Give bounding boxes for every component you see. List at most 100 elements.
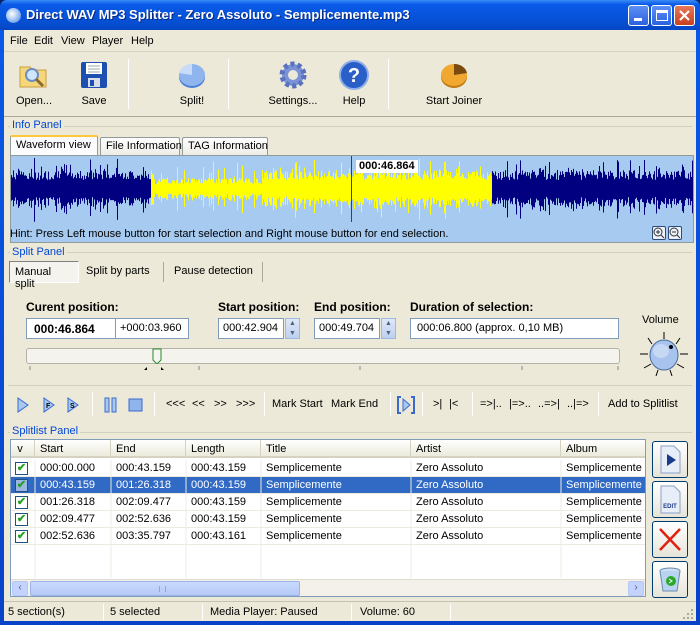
- rewind-button[interactable]: <<: [192, 398, 205, 416]
- start-position-spinner[interactable]: ▲ ▼: [285, 318, 300, 339]
- current-offset-field[interactable]: +000:03.960: [115, 318, 189, 339]
- main-window: Direct WAV MP3 Splitter - Zero Assoluto …: [0, 0, 700, 625]
- app-icon: [6, 8, 21, 23]
- spin-down-icon[interactable]: ▼: [382, 329, 395, 339]
- help-question-icon: ?: [339, 60, 369, 90]
- col-header-album[interactable]: Album: [561, 440, 645, 458]
- menu-player[interactable]: Player: [92, 35, 123, 47]
- spin-down-icon[interactable]: ▼: [286, 329, 299, 339]
- resize-grip-icon[interactable]: [682, 608, 694, 620]
- recycle-bin-icon: [659, 567, 681, 592]
- col-header-check[interactable]: v: [11, 440, 35, 458]
- spin-up-icon[interactable]: ▲: [286, 319, 299, 329]
- split-pie-icon: [179, 63, 205, 88]
- title-bar[interactable]: Direct WAV MP3 Splitter - Zero Assoluto …: [0, 0, 700, 30]
- menu-file[interactable]: File: [10, 35, 28, 47]
- tab-tag-information[interactable]: TAG Information: [182, 137, 268, 156]
- rewind-fast-button[interactable]: <<<: [166, 398, 185, 416]
- tab-manual-split[interactable]: Manual split: [9, 261, 79, 290]
- play-loop-button[interactable]: [397, 396, 415, 414]
- add-to-splitlist-button[interactable]: Add to Splitlist: [608, 398, 678, 416]
- play-selection-button[interactable]: S: [66, 396, 80, 414]
- split-panel-label: Split Panel: [10, 246, 67, 258]
- pause-button[interactable]: [104, 396, 118, 414]
- close-button[interactable]: [674, 5, 695, 26]
- position-slider[interactable]: [26, 348, 620, 364]
- tab-file-information[interactable]: File Information: [100, 137, 182, 156]
- delete-section-button[interactable]: [652, 521, 688, 558]
- move-start-left-button[interactable]: =>|..: [480, 398, 502, 416]
- tab-waveform-view[interactable]: Waveform view: [10, 135, 98, 156]
- menu-edit[interactable]: Edit: [34, 35, 53, 47]
- volume-label: Volume: [642, 314, 679, 326]
- play-document-icon: [660, 445, 681, 474]
- play-section-button[interactable]: [652, 441, 688, 478]
- toolbar-separator: [388, 59, 389, 109]
- col-header-title[interactable]: Title: [261, 440, 411, 458]
- selection-markers: [144, 367, 164, 370]
- goto-start-button[interactable]: |<: [449, 398, 458, 416]
- status-separator: [103, 604, 104, 620]
- menu-help[interactable]: Help: [131, 35, 154, 47]
- zoom-out-button[interactable]: [668, 226, 682, 240]
- forward-button[interactable]: >>: [214, 398, 227, 416]
- svg-text:F: F: [46, 403, 51, 410]
- floppy-save-icon: [81, 62, 107, 88]
- start-position-field[interactable]: 000:42.904: [218, 318, 284, 339]
- save-button[interactable]: Save: [74, 57, 114, 113]
- mark-start-button[interactable]: Mark Start: [272, 398, 323, 416]
- col-header-start[interactable]: Start: [35, 440, 111, 458]
- waveform-canvas[interactable]: [11, 156, 693, 222]
- col-header-end[interactable]: End: [111, 440, 186, 458]
- slider-thumb[interactable]: [152, 348, 162, 364]
- zoom-in-button[interactable]: [652, 226, 666, 240]
- split-button[interactable]: Split!: [172, 57, 212, 113]
- scrollbar-thumb[interactable]: [30, 581, 300, 596]
- svg-text:EDIT: EDIT: [663, 504, 677, 510]
- open-button[interactable]: Open...: [12, 57, 56, 113]
- toolbar-separator: [422, 392, 423, 416]
- spin-up-icon[interactable]: ▲: [382, 319, 395, 329]
- current-position-field[interactable]: 000:46.864: [26, 318, 116, 339]
- status-volume: Volume: 60: [360, 606, 416, 618]
- col-header-length[interactable]: Length: [186, 440, 261, 458]
- splitlist-table[interactable]: v Start End Length Title Artist Album ✔ 0…: [10, 439, 646, 597]
- toolbar: Open... Save Split! Settings... ? Help S…: [4, 53, 696, 117]
- player-toolbar-border: [8, 385, 692, 386]
- volume-knob[interactable]: [636, 330, 692, 380]
- end-position-field[interactable]: 000:49.704: [314, 318, 380, 339]
- col-header-artist[interactable]: Artist: [411, 440, 561, 458]
- edit-section-button[interactable]: EDIT: [652, 481, 688, 518]
- toolbar-separator: [128, 59, 129, 109]
- help-button[interactable]: ? Help: [336, 57, 372, 113]
- end-position-spinner[interactable]: ▲ ▼: [381, 318, 396, 339]
- move-start-right-button[interactable]: |=>..: [509, 398, 531, 416]
- menu-bar: File Edit View Player Help: [4, 30, 696, 52]
- settings-label: Settings...: [268, 95, 318, 107]
- maximize-button[interactable]: [651, 5, 672, 26]
- toolbar-separator: [472, 392, 473, 416]
- start-joiner-button[interactable]: Start Joiner: [424, 57, 484, 113]
- tab-pause-detection[interactable]: Pause detection: [174, 265, 253, 277]
- play-from-start-button[interactable]: F: [42, 396, 56, 414]
- scroll-right-icon[interactable]: ›: [628, 581, 644, 596]
- forward-fast-button[interactable]: >>>: [236, 398, 255, 416]
- menu-view[interactable]: View: [61, 35, 85, 47]
- move-end-left-button[interactable]: ..=>|: [538, 398, 560, 416]
- stop-button[interactable]: [128, 396, 144, 414]
- status-separator: [450, 604, 451, 620]
- minimize-button[interactable]: [628, 5, 649, 26]
- horizontal-scrollbar[interactable]: ‹ ›: [11, 579, 645, 596]
- open-label: Open...: [15, 95, 53, 107]
- play-button[interactable]: [16, 396, 30, 414]
- mark-end-button[interactable]: Mark End: [331, 398, 378, 416]
- start-joiner-label: Start Joiner: [425, 95, 483, 107]
- tab-split-by-parts[interactable]: Split by parts: [86, 265, 150, 277]
- clear-list-button[interactable]: [652, 561, 688, 598]
- toolbar-separator: [92, 392, 93, 416]
- settings-button[interactable]: Settings...: [266, 57, 320, 113]
- move-end-right-button[interactable]: ..|=>: [567, 398, 589, 416]
- scroll-left-icon[interactable]: ‹: [12, 581, 28, 596]
- goto-end-button[interactable]: >|: [433, 398, 442, 416]
- open-folder-icon: [19, 66, 47, 88]
